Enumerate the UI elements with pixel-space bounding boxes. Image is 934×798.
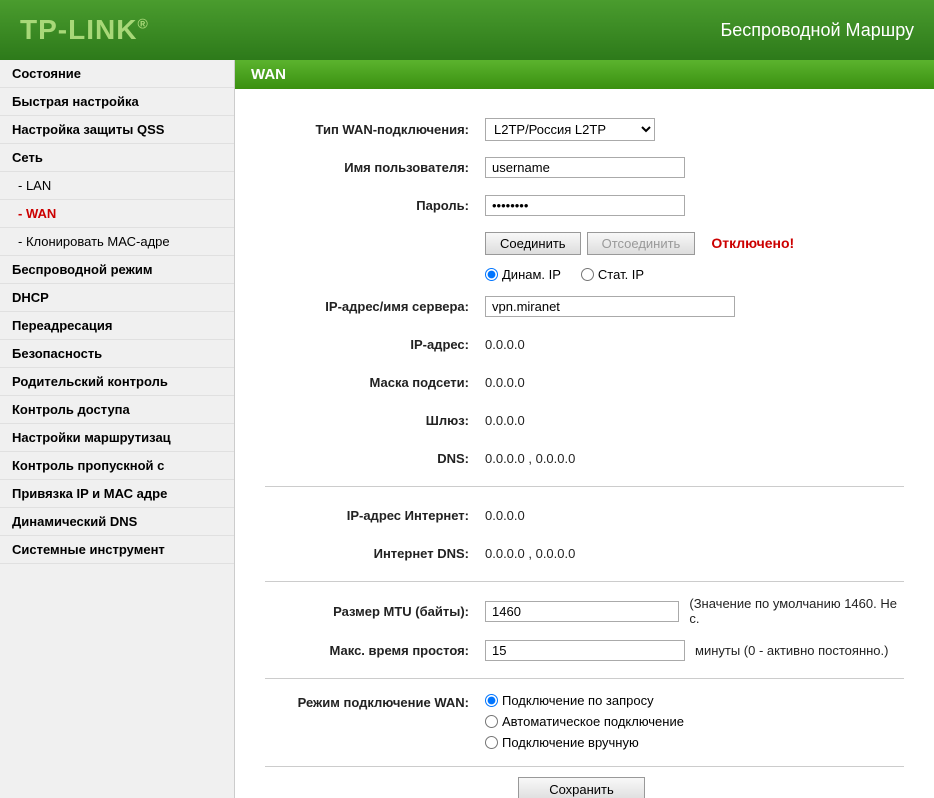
idle-hint: минуты (0 - активно постоянно.) [695,643,888,658]
divider3 [265,678,904,679]
wan-mode-on-demand-radio[interactable] [485,694,498,707]
sidebar-item-dhcp[interactable]: DHCP [0,284,234,312]
gateway-row: Шлюз: 0.0.0.0 [265,406,904,434]
static-ip-radio[interactable] [581,268,594,281]
save-button[interactable]: Сохранить [518,777,645,798]
wan-mode-opt1-text: Подключение по запросу [502,693,654,708]
mtu-hint: (Значение по умолчанию 1460. Не с. [689,596,904,626]
wan-mode-label: Режим подключение WAN: [265,693,485,710]
connect-button[interactable]: Соединить [485,232,581,255]
logo-registered: ® [137,16,148,32]
disconnect-button[interactable]: Отсоединить [587,232,696,255]
gateway-value: 0.0.0.0 [485,413,525,428]
sidebar-item-access[interactable]: Контроль доступа [0,396,234,424]
wan-mode-manual-radio[interactable] [485,736,498,749]
save-row: Сохранить [265,766,904,798]
password-row: Пароль: [265,191,904,219]
server-row: IP-адрес/имя сервера: [265,292,904,320]
ip-row: IP-адрес: 0.0.0.0 [265,330,904,358]
wan-mode-opt2-text: Автоматическое подключение [502,714,684,729]
mtu-row: Размер MTU (байты): (Значение по умолчан… [265,596,904,626]
sidebar-item-wan[interactable]: - WAN [0,200,234,228]
main-content: WAN Тип WAN-подключения: L2TP/Россия L2T… [235,60,934,798]
layout: Состояние Быстрая настройка Настройка за… [0,60,934,798]
section-header: WAN [235,60,934,89]
internet-ip-value: 0.0.0.0 [485,508,525,523]
internet-ip-label: IP-адрес Интернет: [265,508,485,523]
sidebar-item-tools[interactable]: Системные инструмент [0,536,234,564]
server-input[interactable] [485,296,735,317]
subnet-row: Маска подсети: 0.0.0.0 [265,368,904,396]
sidebar-item-routing[interactable]: Настройки маршрутизац [0,424,234,452]
divider1 [265,486,904,487]
dns-value: 0.0.0.0 , 0.0.0.0 [485,451,575,466]
connect-row: Соединить Отсоединить Отключено! [265,229,904,257]
password-label: Пароль: [265,198,485,213]
sidebar-item-binding[interactable]: Привязка IP и МАС адре [0,480,234,508]
wan-mode-manual-label[interactable]: Подключение вручную [485,735,684,750]
static-ip-text: Стат. IP [598,267,644,282]
header-title: Беспроводной Маршру [720,20,914,41]
content-area: Тип WAN-подключения: L2TP/Россия L2TP Им… [235,105,934,798]
dynamic-ip-label[interactable]: Динам. IP [485,267,561,282]
sidebar-item-status[interactable]: Состояние [0,60,234,88]
internet-dns-value: 0.0.0.0 , 0.0.0.0 [485,546,575,561]
static-ip-label[interactable]: Стат. IP [581,267,644,282]
ip-value: 0.0.0.0 [485,337,525,352]
dynamic-ip-text: Динам. IP [502,267,561,282]
internet-dns-row: Интернет DNS: 0.0.0.0 , 0.0.0.0 [265,539,904,567]
username-row: Имя пользователя: [265,153,904,181]
subnet-label: Маска подсети: [265,375,485,390]
username-input[interactable] [485,157,685,178]
dns-row: DNS: 0.0.0.0 , 0.0.0.0 [265,444,904,472]
sidebar-item-security[interactable]: Безопасность [0,340,234,368]
header: TP-LINK® Беспроводной Маршру [0,0,934,60]
sidebar-item-mac[interactable]: - Клонировать МАС-адре [0,228,234,256]
gateway-label: Шлюз: [265,413,485,428]
password-input[interactable] [485,195,685,216]
sidebar-item-wireless[interactable]: Беспроводной режим [0,256,234,284]
wan-mode-auto-label[interactable]: Автоматическое подключение [485,714,684,729]
idle-label: Макс. время простоя: [265,643,485,658]
section-title: WAN [251,66,286,83]
sidebar-item-lan[interactable]: - LAN [0,172,234,200]
sidebar-item-bandwidth[interactable]: Контроль пропускной с [0,452,234,480]
dns-label: DNS: [265,451,485,466]
logo: TP-LINK® [20,14,149,46]
sidebar-item-forward[interactable]: Переадресация [0,312,234,340]
sidebar: Состояние Быстрая настройка Настройка за… [0,60,235,798]
mtu-input[interactable] [485,601,679,622]
internet-ip-row: IP-адрес Интернет: 0.0.0.0 [265,501,904,529]
sidebar-item-ddns[interactable]: Динамический DNS [0,508,234,536]
divider2 [265,581,904,582]
mtu-label: Размер MTU (байты): [265,604,485,619]
sidebar-item-qss[interactable]: Настройка защиты QSS [0,116,234,144]
connection-status: Отключено! [711,235,794,251]
dynamic-ip-radio[interactable] [485,268,498,281]
wan-mode-on-demand-label[interactable]: Подключение по запросу [485,693,684,708]
logo-text: TP-LINK [20,14,137,45]
internet-dns-label: Интернет DNS: [265,546,485,561]
wan-mode-auto-radio[interactable] [485,715,498,728]
wan-mode-row: Режим подключение WAN: Подключение по за… [265,693,904,750]
sidebar-item-quick[interactable]: Быстрая настройка [0,88,234,116]
ip-label: IP-адрес: [265,337,485,352]
idle-input[interactable] [485,640,685,661]
idle-row: Макс. время простоя: минуты (0 - активно… [265,636,904,664]
wan-mode-opt3-text: Подключение вручную [502,735,639,750]
subnet-value: 0.0.0.0 [485,375,525,390]
username-label: Имя пользователя: [265,160,485,175]
wan-type-select[interactable]: L2TP/Россия L2TP [485,118,655,141]
server-label: IP-адрес/имя сервера: [265,299,485,314]
wan-type-label: Тип WAN-подключения: [265,122,485,137]
sidebar-item-network[interactable]: Сеть [0,144,234,172]
sidebar-item-parental[interactable]: Родительский контроль [0,368,234,396]
ip-mode-row: Динам. IP Стат. IP [265,267,904,282]
wan-mode-options: Подключение по запросу Автоматическое по… [485,693,684,750]
wan-type-row: Тип WAN-подключения: L2TP/Россия L2TP [265,115,904,143]
